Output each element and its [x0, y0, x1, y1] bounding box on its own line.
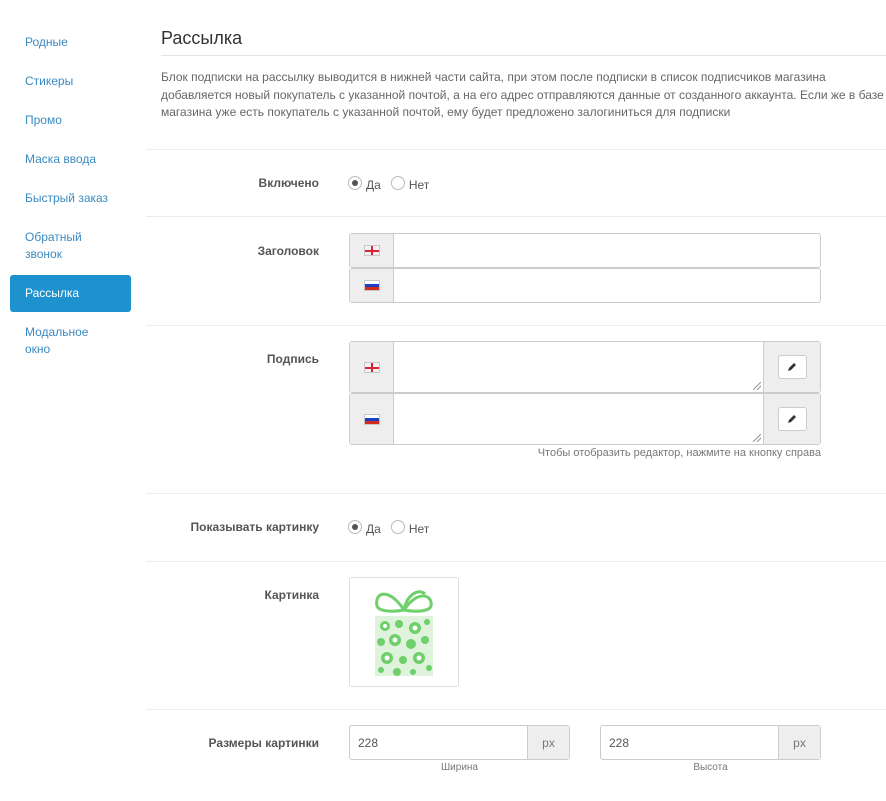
editor-addon	[763, 394, 820, 444]
caption-ru-textarea[interactable]	[394, 394, 763, 444]
image-picker[interactable]	[349, 577, 459, 687]
sidebar-item-label: Модальное окно	[25, 325, 89, 356]
enabled-no-radio[interactable]: Нет	[390, 176, 430, 192]
caption-en-group	[349, 341, 821, 393]
sidebar-item-label: Родные	[25, 35, 68, 49]
radio-label: Нет	[408, 178, 430, 192]
image-width-group: px	[349, 725, 570, 760]
pencil-icon	[788, 363, 796, 371]
heading-ru-input-group	[349, 268, 821, 303]
sidebar-nav: Родные Стикеры Промо Маска ввода Быстрый…	[10, 24, 131, 370]
image-label: Картинка	[264, 588, 320, 602]
row-divider	[146, 216, 886, 217]
radio-unchecked-icon	[390, 520, 405, 534]
language-addon	[350, 234, 394, 267]
show-image-radio-group: Да Нет	[348, 520, 439, 536]
row-divider	[146, 561, 886, 562]
flag-en-icon	[363, 361, 380, 373]
show-image-label: Показывать картинку	[190, 520, 319, 534]
show-image-yes-radio[interactable]: Да	[348, 520, 381, 536]
row-divider	[146, 709, 886, 710]
pencil-icon	[788, 415, 796, 423]
radio-label: Да	[366, 178, 381, 192]
radio-label: Нет	[408, 522, 430, 536]
row-divider	[146, 149, 886, 150]
gift-box-icon	[375, 590, 433, 676]
sidebar-item-promo[interactable]: Промо	[10, 102, 131, 139]
width-caption: Ширина	[441, 762, 478, 773]
sidebar-item-label: Рассылка	[25, 286, 80, 300]
language-addon	[350, 342, 394, 392]
caption-ru-edit-button[interactable]	[777, 407, 807, 431]
caption-editor-hint: Чтобы отобразить редактор, нажмите на кн…	[537, 447, 821, 459]
enabled-label: Включено	[258, 176, 319, 190]
heading-en-input[interactable]	[394, 234, 820, 267]
caption-ru-group	[349, 393, 821, 445]
sidebar-item-label: Промо	[25, 113, 62, 127]
radio-unchecked-icon	[390, 176, 405, 190]
resize-grip-icon[interactable]	[753, 382, 761, 390]
caption-label: Подпись	[266, 352, 319, 366]
sidebar-item-label: Маска ввода	[25, 152, 97, 166]
sidebar-item-callback[interactable]: Обратный звонок	[10, 219, 105, 273]
radio-checked-icon	[348, 520, 362, 534]
image-height-group: px	[600, 725, 821, 760]
sidebar-item-label: Стикеры	[25, 74, 74, 88]
image-height-input[interactable]	[601, 726, 778, 759]
resize-grip-icon[interactable]	[753, 434, 761, 442]
height-caption: Высота	[693, 762, 728, 773]
language-addon	[350, 269, 394, 302]
image-width-input[interactable]	[350, 726, 527, 759]
sidebar-item-quick-order[interactable]: Быстрый заказ	[10, 180, 131, 217]
radio-checked-icon	[348, 176, 362, 190]
show-image-no-radio[interactable]: Нет	[390, 520, 430, 536]
heading-ru-input[interactable]	[394, 269, 820, 302]
image-size-label: Размеры картинки	[208, 736, 319, 750]
sidebar-item-input-mask[interactable]: Маска ввода	[10, 141, 131, 178]
language-addon	[350, 394, 394, 444]
page-title: Рассылка	[161, 28, 243, 48]
radio-label: Да	[366, 522, 381, 536]
flag-ru-icon	[363, 413, 380, 425]
caption-en-textarea[interactable]	[394, 342, 763, 392]
caption-en-edit-button[interactable]	[777, 355, 807, 379]
flag-ru-icon	[363, 280, 380, 291]
editor-addon	[763, 342, 820, 392]
row-divider	[146, 325, 886, 326]
sidebar-item-modal-window[interactable]: Модальное окно	[10, 314, 105, 368]
enabled-yes-radio[interactable]: Да	[348, 176, 381, 192]
sidebar-item-newsletter[interactable]: Рассылка	[10, 275, 131, 312]
flag-en-icon	[363, 245, 380, 256]
sidebar-item-stickers[interactable]: Стикеры	[10, 63, 131, 100]
title-divider	[161, 55, 886, 56]
enabled-radio-group: Да Нет	[348, 176, 439, 192]
section-description: Блок подписки на рассылку выводится в ни…	[161, 70, 884, 119]
heading-en-input-group	[349, 233, 821, 268]
height-unit-addon: px	[778, 726, 820, 759]
row-divider	[146, 493, 886, 494]
sidebar-item-label: Быстрый заказ	[25, 191, 109, 205]
sidebar-item-rodnye[interactable]: Родные	[10, 24, 131, 61]
width-unit-addon: px	[527, 726, 569, 759]
sidebar-item-label: Обратный звонок	[25, 230, 82, 261]
heading-label: Заголовок	[257, 244, 319, 258]
